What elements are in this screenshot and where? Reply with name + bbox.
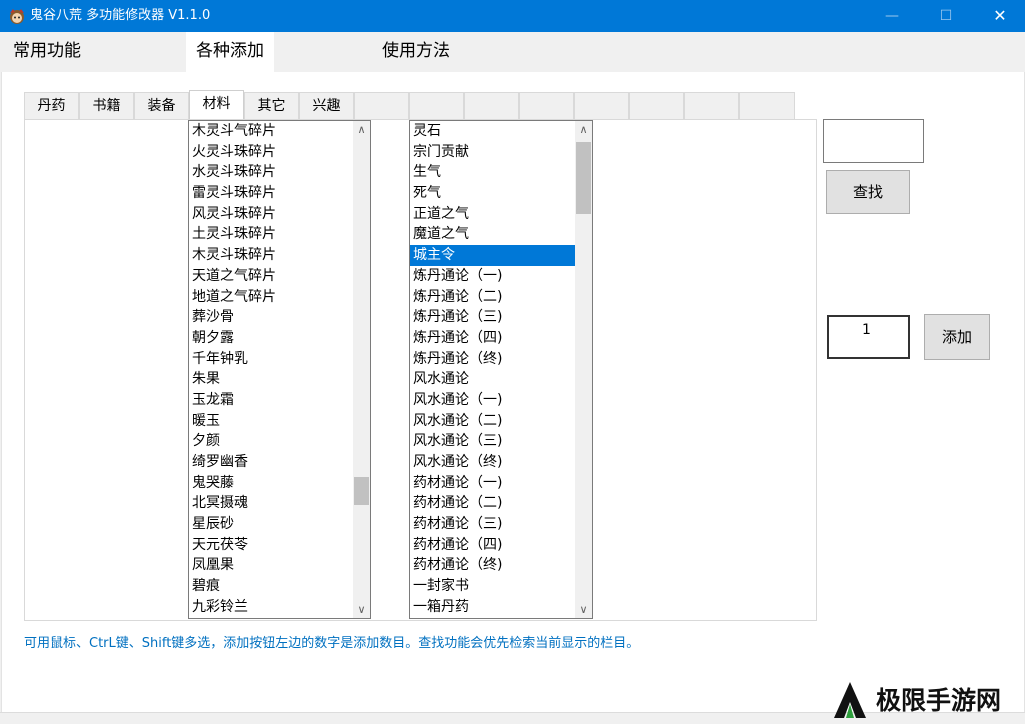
materials-scrollbar[interactable]: ∧ ∨ (353, 121, 370, 618)
usage-hint: 可用鼠标、CtrL键、Shift键多选，添加按钮左边的数字是添加数目。查找功能会… (24, 636, 640, 651)
materials-listbox[interactable]: 木灵斗气碎片 火灵斗珠碎片 水灵斗珠碎片 雷灵斗珠碎片 风灵斗珠碎片 土灵斗珠碎片 木灵斗珠… (188, 120, 371, 619)
minimize-button[interactable]: — (869, 0, 915, 32)
list-item[interactable]: 风水通论（三) (410, 431, 575, 452)
list-item[interactable]: 火灵斗珠碎片 (189, 142, 353, 163)
list-item[interactable]: 天道之气碎片 (189, 266, 353, 287)
scroll-up-arrow-icon[interactable]: ∧ (353, 121, 370, 138)
resources-listbox[interactable]: 灵石 宗门贡献 生气 死气 正道之气 魔道之气 城主令 炼丹通论（一) 炼丹通论（二) 炼丹通论（… (409, 120, 593, 619)
list-item[interactable]: 炼丹通论（四) (410, 328, 575, 349)
list-item[interactable]: 药材通论（三) (410, 514, 575, 535)
list-item[interactable]: 朱果 (189, 369, 353, 390)
scroll-up-arrow-icon[interactable]: ∧ (575, 121, 592, 138)
watermark-text: 极限手游网 (876, 686, 1002, 715)
main-tab-bar: 常用功能 各种添加 使用方法 (0, 32, 1025, 72)
list-item[interactable]: 宗门贡献 (410, 142, 575, 163)
list-item[interactable]: 药材通论（二) (410, 493, 575, 514)
list-item[interactable]: 雷灵斗珠碎片 (189, 183, 353, 204)
add-button[interactable]: 添加 (924, 314, 990, 360)
close-button[interactable]: ✕ (977, 0, 1023, 32)
list-item[interactable]: 暖玉 (189, 411, 353, 432)
scroll-down-arrow-icon[interactable]: ∨ (353, 601, 370, 618)
list-item[interactable]: 炼丹通论（一) (410, 266, 575, 287)
list-item[interactable]: 朝夕露 (189, 328, 353, 349)
list-item[interactable]: 碧痕 (189, 576, 353, 597)
list-item[interactable]: 北冥摄魂 (189, 493, 353, 514)
list-item[interactable]: 风水通论（一) (410, 390, 575, 411)
search-input[interactable] (823, 119, 924, 163)
list-item[interactable]: 九彩铃兰 (189, 597, 353, 618)
subtab-materials[interactable]: 材料 (189, 90, 244, 119)
tab-various-add[interactable]: 各种添加 (186, 32, 274, 72)
list-item[interactable]: 炼丹通论（终) (410, 349, 575, 370)
list-item[interactable]: 炼丹通论（二) (410, 287, 575, 308)
list-item[interactable]: 夕颜 (189, 431, 353, 452)
subtab-empty-4 (519, 92, 574, 119)
list-item[interactable]: 正道之气 (410, 204, 575, 225)
list-item[interactable]: 葬沙骨 (189, 307, 353, 328)
subtab-empty-8 (739, 92, 795, 119)
maximize-button[interactable]: ☐ (923, 0, 969, 32)
list-item[interactable]: 魔道之气 (410, 224, 575, 245)
list-item[interactable]: 一箱丹药 (410, 597, 575, 618)
subtab-empty-2 (409, 92, 464, 119)
list-item[interactable]: 一封家书 (410, 576, 575, 597)
list-item[interactable]: 地道之气碎片 (189, 287, 353, 308)
sub-tab-bar: 丹药 书籍 装备 材料 其它 兴趣 (24, 90, 795, 119)
list-item[interactable]: 风水通论（二) (410, 411, 575, 432)
scroll-thumb[interactable] (576, 142, 591, 214)
list-item[interactable]: 土灵斗珠碎片 (189, 224, 353, 245)
list-item[interactable]: 风水通论（终) (410, 452, 575, 473)
list-item[interactable]: 药材通论（四) (410, 535, 575, 556)
subtab-empty-6 (629, 92, 684, 119)
list-item[interactable]: 木灵斗珠碎片 (189, 245, 353, 266)
list-item[interactable]: 死气 (410, 183, 575, 204)
list-item[interactable]: 木灵斗气碎片 (189, 121, 353, 142)
subtab-empty-1 (354, 92, 409, 119)
subtab-others[interactable]: 其它 (244, 92, 299, 119)
app-icon (10, 9, 24, 24)
add-count-input[interactable]: 1 (827, 315, 910, 359)
list-item[interactable]: 药材通论（终) (410, 555, 575, 576)
list-item[interactable]: 鬼哭藤 (189, 473, 353, 494)
list-item[interactable]: 绮罗幽香 (189, 452, 353, 473)
window-title: 鬼谷八荒 多功能修改器 V1.1.0 (30, 8, 211, 23)
subtab-empty-7 (684, 92, 739, 119)
list-item[interactable]: 千年钟乳 (189, 349, 353, 370)
list-item[interactable]: 风灵斗珠碎片 (189, 204, 353, 225)
tab-usage[interactable]: 使用方法 (372, 32, 460, 71)
subtab-pills[interactable]: 丹药 (24, 92, 79, 119)
list-item[interactable]: 玉龙霜 (189, 390, 353, 411)
title-bar: 鬼谷八荒 多功能修改器 V1.1.0 — ☐ ✕ (0, 0, 1025, 32)
tab-common-functions[interactable]: 常用功能 (3, 32, 91, 71)
resources-scrollbar[interactable]: ∧ ∨ (575, 121, 592, 618)
list-item[interactable]: 天元茯苓 (189, 535, 353, 556)
materials-list-items: 木灵斗气碎片 火灵斗珠碎片 水灵斗珠碎片 雷灵斗珠碎片 风灵斗珠碎片 土灵斗珠碎片 木灵斗珠… (189, 121, 353, 618)
list-item[interactable]: 灵石 (410, 121, 575, 142)
list-item[interactable]: 城主令 (410, 245, 575, 266)
find-button[interactable]: 查找 (826, 170, 910, 214)
bottom-strip (0, 712, 1025, 724)
subtab-books[interactable]: 书籍 (79, 92, 134, 119)
list-item[interactable]: 药材通论（一) (410, 473, 575, 494)
scroll-thumb[interactable] (354, 477, 369, 505)
resources-list-items: 灵石 宗门贡献 生气 死气 正道之气 魔道之气 城主令 炼丹通论（一) 炼丹通论（二) 炼丹通论（… (410, 121, 575, 618)
subtab-equipment[interactable]: 装备 (134, 92, 189, 119)
list-item[interactable]: 风水通论 (410, 369, 575, 390)
subtab-empty-3 (464, 92, 519, 119)
list-item[interactable]: 水灵斗珠碎片 (189, 162, 353, 183)
watermark-logo-icon (834, 682, 866, 718)
subtab-empty-5 (574, 92, 629, 119)
list-item[interactable]: 星辰砂 (189, 514, 353, 535)
scroll-down-arrow-icon[interactable]: ∨ (575, 601, 592, 618)
list-item[interactable]: 凤凰果 (189, 555, 353, 576)
list-item[interactable]: 炼丹通论（三) (410, 307, 575, 328)
subtab-interests[interactable]: 兴趣 (299, 92, 354, 119)
list-item[interactable]: 生气 (410, 162, 575, 183)
